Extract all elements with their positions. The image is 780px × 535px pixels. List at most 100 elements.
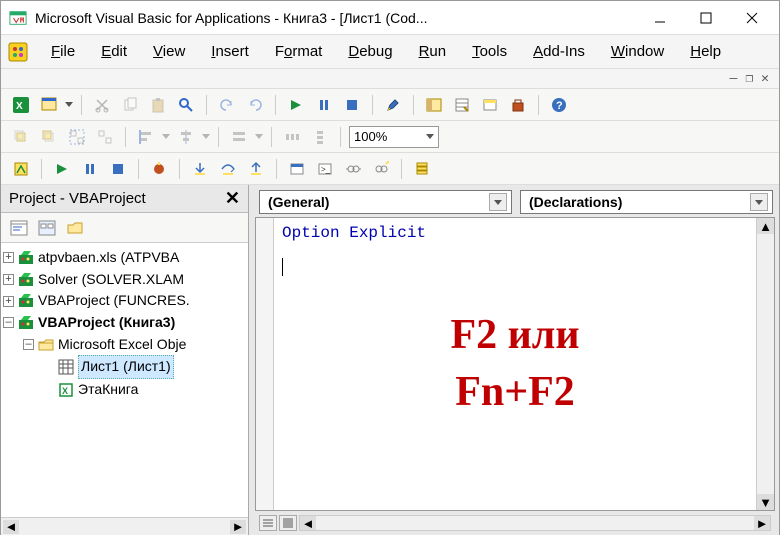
code-editor[interactable]: Option Explicit F2 или Fn+F2 ▲ ▼	[255, 217, 775, 511]
redo-icon[interactable]	[243, 93, 267, 117]
align-dropdown-icon[interactable]	[162, 134, 170, 139]
break-icon[interactable]	[312, 93, 336, 117]
mdi-child-controls: — ❐ ✕	[1, 69, 779, 89]
object-browser-icon[interactable]	[478, 93, 502, 117]
menu-format[interactable]: Format	[265, 39, 333, 64]
project-explorer-icon[interactable]	[422, 93, 446, 117]
layout-toolbar: 100%	[1, 121, 779, 153]
text-caret	[282, 258, 283, 276]
cut-icon[interactable]	[90, 93, 114, 117]
chevron-down-icon	[494, 200, 502, 205]
menu-window[interactable]: Window	[601, 39, 674, 64]
immediate-icon[interactable]: >_	[313, 157, 337, 181]
vba-logo-icon	[7, 41, 29, 63]
project-panel-close-button[interactable]: ✕	[221, 188, 244, 209]
menu-file[interactable]: File	[41, 39, 85, 64]
project-explorer: Project - VBAProject ✕ +atpvbaen.xls (AT…	[1, 185, 249, 535]
proc-view-icon[interactable]	[259, 515, 277, 531]
find-icon[interactable]	[174, 93, 198, 117]
toolbox-icon[interactable]	[506, 93, 530, 117]
minimize-button[interactable]	[637, 3, 683, 33]
paste-icon[interactable]	[146, 93, 170, 117]
scroll-down-icon[interactable]: ▼	[757, 494, 774, 510]
tree-node-selected[interactable]: Лист1 (Лист1)	[3, 355, 246, 379]
center-horiz-icon[interactable]	[174, 125, 198, 149]
scroll-left-icon[interactable]: ◄	[3, 520, 19, 534]
help-icon[interactable]: ?	[547, 93, 571, 117]
design-mode-icon[interactable]	[381, 93, 405, 117]
hspace-icon[interactable]	[280, 125, 304, 149]
tree-node[interactable]: +Solver (SOLVER.XLAM	[3, 269, 246, 291]
menu-insert[interactable]: Insert	[201, 39, 259, 64]
center-dropdown-icon[interactable]	[202, 134, 210, 139]
size-dropdown-icon[interactable]	[255, 134, 263, 139]
callstack-icon[interactable]	[410, 157, 434, 181]
align-left-icon[interactable]	[134, 125, 158, 149]
procedure-dropdown[interactable]: (Declarations)	[520, 190, 773, 214]
tree-node[interactable]: +VBAProject (FUNCRES.	[3, 290, 246, 312]
vspace-icon[interactable]	[308, 125, 332, 149]
svg-text:?: ?	[556, 100, 563, 112]
scroll-right-icon[interactable]: ►	[754, 516, 770, 530]
pause-icon[interactable]	[78, 157, 102, 181]
step-over-icon[interactable]	[216, 157, 240, 181]
step-out-icon[interactable]	[244, 157, 268, 181]
vba-project-icon	[18, 250, 34, 266]
menu-help[interactable]: Help	[680, 39, 731, 64]
menu-run[interactable]: Run	[409, 39, 457, 64]
tree-node[interactable]: XЭтаКнига	[3, 379, 246, 401]
scroll-right-icon[interactable]: ►	[230, 520, 246, 534]
bring-front-icon[interactable]	[9, 125, 33, 149]
scroll-left-icon[interactable]: ◄	[300, 516, 316, 530]
watch-icon[interactable]	[341, 157, 365, 181]
maximize-button[interactable]	[683, 3, 729, 33]
locals-icon[interactable]	[285, 157, 309, 181]
ungroup-icon[interactable]	[93, 125, 117, 149]
code-vscrollbar[interactable]: ▲ ▼	[756, 218, 774, 510]
child-minimize-button[interactable]: —	[730, 71, 738, 86]
menu-debug[interactable]: Debug	[338, 39, 402, 64]
view-excel-icon[interactable]: X	[9, 93, 33, 117]
close-button[interactable]	[729, 3, 775, 33]
tree-node[interactable]: –VBAProject (Книга3)	[3, 312, 246, 334]
group-icon[interactable]	[65, 125, 89, 149]
zoom-select[interactable]: 100%	[349, 126, 439, 148]
send-back-icon[interactable]	[37, 125, 61, 149]
project-tree[interactable]: +atpvbaen.xls (ATPVBA +Solver (SOLVER.XL…	[1, 243, 248, 517]
breakpoint-icon[interactable]	[147, 157, 171, 181]
full-view-icon[interactable]	[279, 515, 297, 531]
menu-tools[interactable]: Tools	[462, 39, 517, 64]
child-restore-button[interactable]: ❐	[745, 71, 753, 86]
code-hscrollbar[interactable]: ◄ ►	[299, 515, 771, 531]
object-dropdown[interactable]: (General)	[259, 190, 512, 214]
tree-node[interactable]: +atpvbaen.xls (ATPVBA	[3, 247, 246, 269]
scroll-up-icon[interactable]: ▲	[757, 218, 774, 234]
quickwatch-icon[interactable]	[369, 157, 393, 181]
child-close-button[interactable]: ✕	[761, 71, 769, 86]
play-icon[interactable]	[50, 157, 74, 181]
toggle-folders-icon[interactable]	[63, 216, 87, 240]
menu-edit[interactable]: Edit	[91, 39, 137, 64]
properties-icon[interactable]	[450, 93, 474, 117]
project-panel-toolbar	[1, 213, 248, 243]
standard-toolbar: X ?	[1, 89, 779, 121]
view-code-icon[interactable]	[7, 216, 31, 240]
menu-view[interactable]: View	[143, 39, 195, 64]
reset-icon[interactable]	[340, 93, 364, 117]
design-toggle-icon[interactable]	[9, 157, 33, 181]
project-hscrollbar[interactable]: ◄ ►	[1, 517, 248, 535]
zoom-value: 100%	[354, 129, 387, 144]
folder-icon	[38, 337, 54, 353]
menu-addins[interactable]: Add-Ins	[523, 39, 595, 64]
run-icon[interactable]	[284, 93, 308, 117]
view-object-icon[interactable]	[35, 216, 59, 240]
insert-userform-icon[interactable]	[37, 93, 61, 117]
undo-icon[interactable]	[215, 93, 239, 117]
copy-icon[interactable]	[118, 93, 142, 117]
tree-node[interactable]: –Microsoft Excel Obje	[3, 334, 246, 356]
stop-icon[interactable]	[106, 157, 130, 181]
code-text-area[interactable]: Option Explicit F2 или Fn+F2	[274, 218, 756, 510]
insert-dropdown-icon[interactable]	[65, 102, 73, 107]
step-into-icon[interactable]	[188, 157, 212, 181]
same-width-icon[interactable]	[227, 125, 251, 149]
